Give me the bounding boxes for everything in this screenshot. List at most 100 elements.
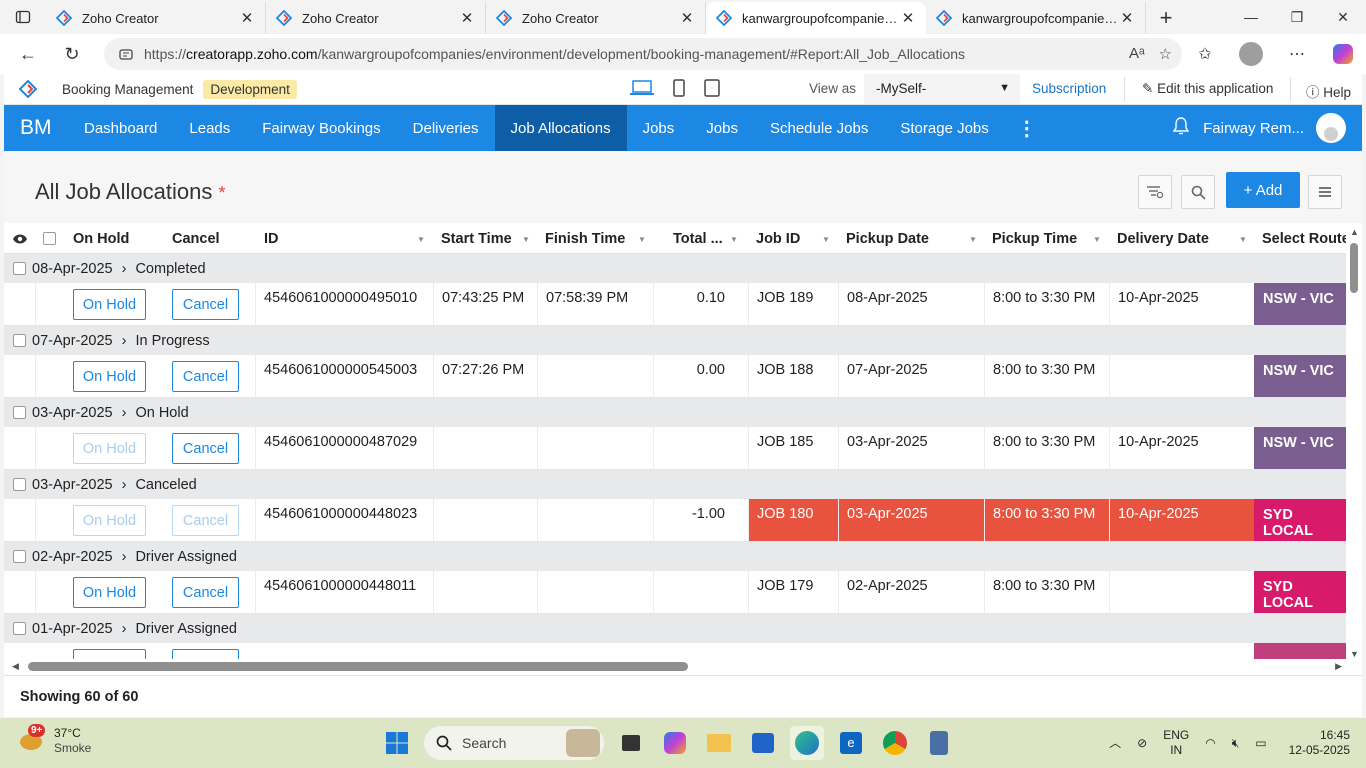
- desktop-view-icon[interactable]: [630, 79, 654, 100]
- close-tab-icon[interactable]: ✕: [459, 9, 475, 27]
- column-header-total[interactable]: Total ...: [673, 223, 723, 254]
- site-info-icon[interactable]: [118, 46, 134, 62]
- browser-tab[interactable]: Zoho Creator ✕: [486, 2, 706, 34]
- scroll-left-icon[interactable]: ◀: [12, 661, 19, 672]
- menu-item[interactable]: Jobs: [690, 105, 754, 151]
- column-header-pickup-time[interactable]: Pickup Time: [992, 223, 1077, 254]
- address-bar[interactable]: https://creatorapp.zoho.com/kanwargroupo…: [104, 38, 1182, 70]
- taskbar-search[interactable]: Search: [424, 726, 604, 760]
- file-explorer-icon[interactable]: [702, 726, 736, 760]
- favorites-icon[interactable]: ✩: [1182, 34, 1228, 74]
- browser-tab[interactable]: kanwargroupofcompanies - B ✕: [926, 2, 1146, 34]
- onhold-button[interactable]: On Hold: [73, 289, 146, 320]
- sort-caret-icon[interactable]: ▼: [1239, 235, 1247, 244]
- cancel-button[interactable]: Cancel: [172, 433, 239, 464]
- column-header-select-route[interactable]: Select Route: [1262, 223, 1346, 254]
- table-row[interactable]: On Hold Cancel 4546061000000495010 07:43:25…: [4, 283, 1346, 326]
- menu-item[interactable]: Schedule Jobs: [754, 105, 884, 151]
- copilot-taskbar-icon[interactable]: [658, 726, 692, 760]
- sort-caret-icon[interactable]: ▼: [417, 235, 425, 244]
- subscription-link[interactable]: Subscription: [1032, 81, 1106, 96]
- group-row[interactable]: 02-Apr-2025 › Driver Assigned: [4, 542, 1346, 571]
- close-window-button[interactable]: ✕: [1320, 0, 1366, 34]
- group-row[interactable]: 03-Apr-2025 › On Hold: [4, 398, 1346, 427]
- search-button[interactable]: [1181, 175, 1215, 209]
- user-name[interactable]: Fairway Rem...: [1203, 120, 1304, 137]
- browser-tab[interactable]: kanwargroupofcompanies - B ✕: [706, 2, 926, 34]
- column-header-pickup-date[interactable]: Pickup Date: [846, 223, 929, 254]
- table-row[interactable]: On Hold Cancel 4546061000000487029 JOB 185 0…: [4, 427, 1346, 470]
- help-link[interactable]: ⓘ Help: [1306, 81, 1351, 101]
- vertical-scroll-thumb[interactable]: [1350, 243, 1358, 293]
- column-header-cancel[interactable]: Cancel: [172, 223, 220, 254]
- onhold-button[interactable]: On Hold: [73, 361, 146, 392]
- network-off-icon[interactable]: ⊘: [1137, 736, 1147, 751]
- chevron-right-icon[interactable]: ›: [122, 333, 127, 349]
- column-header-delivery-date[interactable]: Delivery Date: [1117, 223, 1209, 254]
- scroll-right-icon[interactable]: ▶: [1335, 661, 1342, 672]
- column-header-id[interactable]: ID: [264, 223, 279, 254]
- scroll-down-icon[interactable]: ▼: [1350, 649, 1359, 659]
- profile-icon[interactable]: [1228, 34, 1274, 74]
- cancel-button[interactable]: Cancel: [172, 577, 239, 608]
- column-header-onhold[interactable]: On Hold: [73, 223, 129, 254]
- select-all-checkbox[interactable]: [43, 223, 56, 254]
- microsoft-store-icon[interactable]: [746, 726, 780, 760]
- sort-caret-icon[interactable]: ▼: [969, 235, 977, 244]
- horizontal-scrollbar[interactable]: ◀ ▶: [4, 659, 1346, 675]
- language-indicator[interactable]: ENG IN: [1163, 728, 1189, 758]
- table-row[interactable]: On Hold Cancel 4546061000000448023 -1.00 JOB…: [4, 499, 1346, 542]
- chevron-right-icon[interactable]: ›: [122, 621, 127, 637]
- mobile-view-icon[interactable]: [672, 79, 686, 100]
- group-row[interactable]: 03-Apr-2025 › Canceled: [4, 470, 1346, 499]
- cancel-button[interactable]: Cancel: [172, 361, 239, 392]
- refresh-icon[interactable]: ↻: [50, 34, 94, 74]
- group-checkbox[interactable]: [13, 334, 26, 347]
- notification-bell-icon[interactable]: [1172, 117, 1190, 139]
- tab-actions-icon[interactable]: [0, 0, 46, 34]
- read-aloud-icon[interactable]: Aᵃ: [1129, 45, 1145, 63]
- sort-caret-icon[interactable]: ▼: [522, 235, 530, 244]
- calculator-icon[interactable]: [922, 726, 956, 760]
- close-tab-icon[interactable]: ✕: [900, 9, 916, 27]
- menu-item[interactable]: Fairway Bookings: [246, 105, 396, 151]
- column-header-finish-time[interactable]: Finish Time: [545, 223, 625, 254]
- group-row[interactable]: 01-Apr-2025 › Driver Assigned: [4, 614, 1346, 643]
- group-row[interactable]: 07-Apr-2025 › In Progress: [4, 326, 1346, 355]
- browser-tab[interactable]: Zoho Creator ✕: [266, 2, 486, 34]
- group-checkbox[interactable]: [13, 550, 26, 563]
- menu-item[interactable]: Dashboard: [68, 105, 173, 151]
- task-view-icon[interactable]: [614, 726, 648, 760]
- more-menu-icon[interactable]: ⋯: [1274, 34, 1320, 74]
- volume-muted-icon[interactable]: 🔇︎: [1232, 736, 1240, 751]
- group-checkbox[interactable]: [13, 478, 26, 491]
- minimize-button[interactable]: —: [1228, 0, 1274, 34]
- new-tab-button[interactable]: +: [1146, 2, 1186, 34]
- battery-icon[interactable]: ▭: [1255, 736, 1266, 751]
- user-avatar[interactable]: [1316, 113, 1346, 143]
- sort-caret-icon[interactable]: ▼: [1093, 235, 1101, 244]
- browser-tab[interactable]: Zoho Creator ✕: [46, 2, 266, 34]
- chevron-right-icon[interactable]: ›: [122, 405, 127, 421]
- menu-item[interactable]: Storage Jobs: [884, 105, 1004, 151]
- menu-item[interactable]: Job Allocations: [494, 105, 627, 151]
- windows-start-icon[interactable]: [380, 726, 414, 760]
- wifi-icon[interactable]: ◠: [1205, 736, 1215, 751]
- menu-item[interactable]: Leads: [173, 105, 246, 151]
- menu-item[interactable]: Deliveries: [397, 105, 495, 151]
- tablet-view-icon[interactable]: [704, 79, 720, 100]
- chevron-right-icon[interactable]: ›: [122, 477, 127, 493]
- vertical-scrollbar[interactable]: ▲ ▼: [1346, 223, 1362, 661]
- column-header-job-id[interactable]: Job ID: [756, 223, 800, 254]
- report-menu-button[interactable]: [1308, 175, 1342, 209]
- cancel-button[interactable]: Cancel: [172, 289, 239, 320]
- group-checkbox[interactable]: [13, 622, 26, 635]
- zoho-creator-logo-icon[interactable]: [4, 80, 52, 98]
- onhold-button[interactable]: On Hold: [73, 577, 146, 608]
- chevron-right-icon[interactable]: ›: [122, 261, 127, 277]
- add-record-button[interactable]: + Add: [1226, 172, 1300, 208]
- edit-application-link[interactable]: ✎ Edit this application: [1142, 81, 1273, 97]
- group-checkbox[interactable]: [13, 406, 26, 419]
- sort-caret-icon[interactable]: ▼: [730, 235, 738, 244]
- close-tab-icon[interactable]: ✕: [1119, 9, 1135, 27]
